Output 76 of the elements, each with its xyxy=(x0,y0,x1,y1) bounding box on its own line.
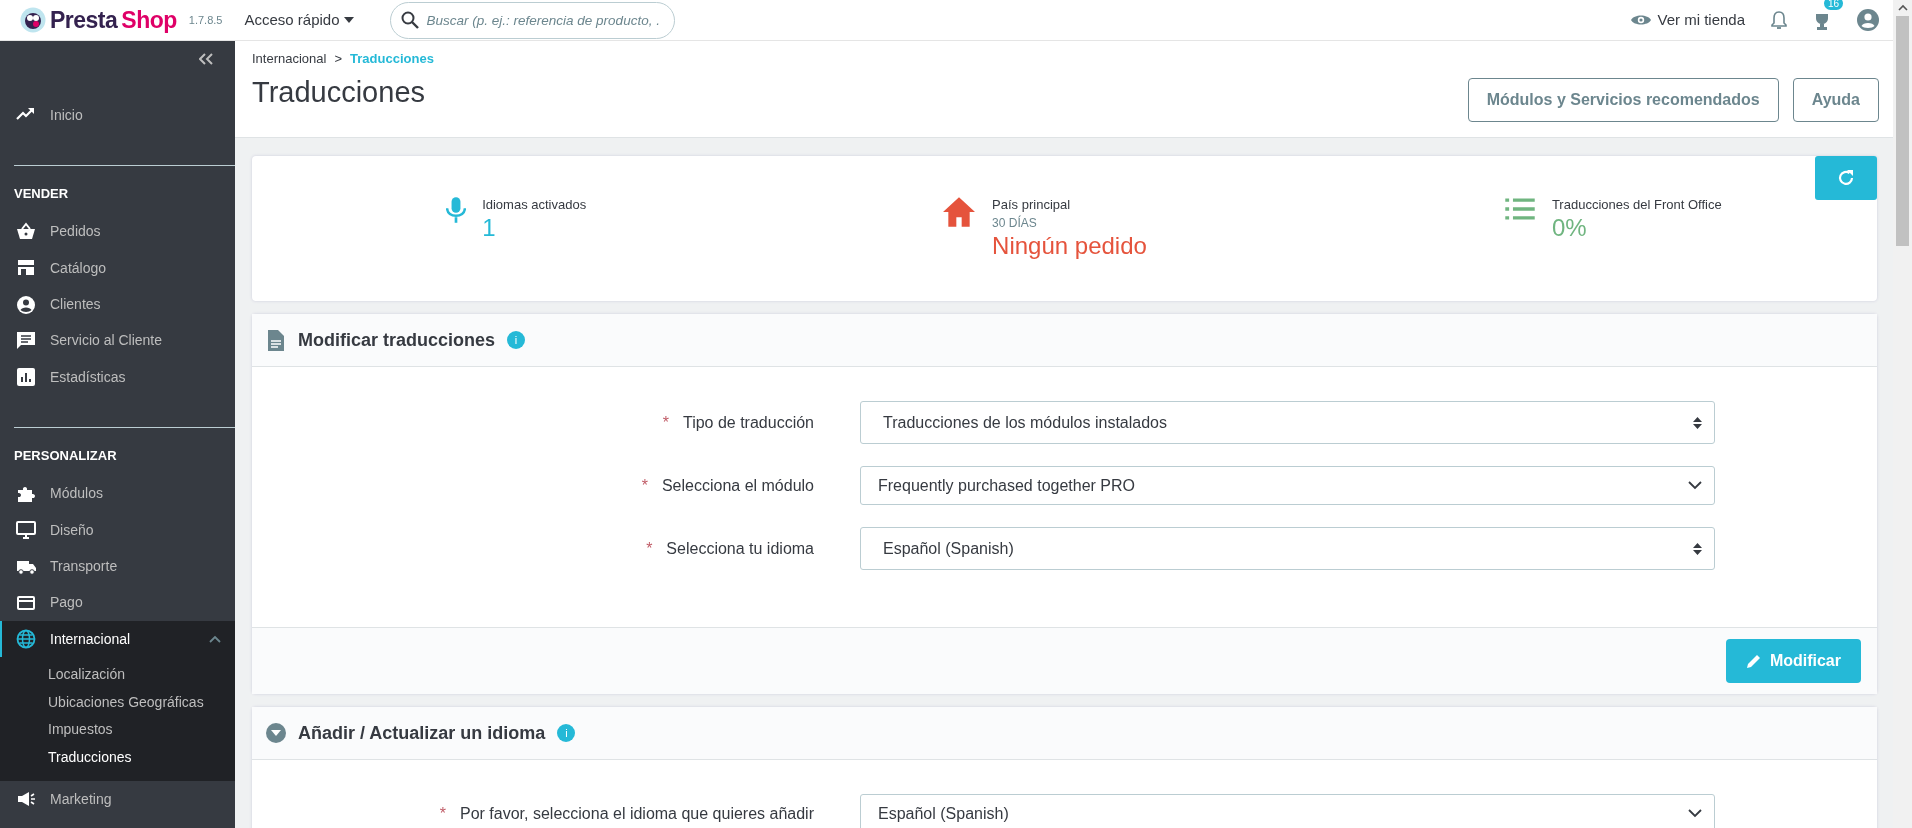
select-field[interactable]: Frequently purchased together PRO xyxy=(860,466,1715,505)
bar-chart-icon xyxy=(16,367,36,388)
stat-label: Idiomas activados xyxy=(482,196,587,214)
sidebar-item[interactable]: Inicio xyxy=(0,97,235,134)
sidebar-subitem[interactable]: Impuestos xyxy=(0,716,235,744)
sort-arrows-icon xyxy=(1693,542,1702,555)
section-heading: VENDER xyxy=(13,185,70,204)
stat-label: País principal xyxy=(992,196,1072,214)
notification-count-badge: 16 xyxy=(1824,0,1844,10)
panel-title: Añadir / Actualizar un idioma xyxy=(298,721,546,745)
field-label: Por favor, selecciona el idioma que quieres añadir xyxy=(460,803,814,824)
brand-name-accent: Shop xyxy=(121,5,177,35)
collapse-icon[interactable] xyxy=(199,53,213,65)
globe-icon xyxy=(16,629,36,650)
sidebar-item[interactable]: Pago xyxy=(0,584,235,621)
stat-value: Ningún pedido xyxy=(992,232,1147,260)
sidebar-item[interactable]: Servicio al Cliente xyxy=(0,322,235,359)
eye-icon xyxy=(1631,13,1652,27)
sidebar-item[interactable]: Pedidos xyxy=(0,213,235,251)
sidebar-item[interactable]: Transporte xyxy=(0,548,235,585)
field-label: Selecciona tu idioma xyxy=(666,538,814,559)
select-field[interactable]: Español (Spanish) xyxy=(860,527,1715,570)
refresh-icon xyxy=(1837,169,1855,187)
scrollbar[interactable] xyxy=(1893,0,1912,828)
stat-value: 1 xyxy=(482,214,497,242)
version-label: 1.7.8.5 xyxy=(188,12,223,28)
document-icon xyxy=(266,328,286,352)
scrollbar-thumb[interactable] xyxy=(1896,16,1909,246)
basket-icon xyxy=(16,221,36,242)
required-mark: * xyxy=(646,538,653,559)
sidebar-item[interactable]: Marketing xyxy=(0,781,235,818)
chevron-down-icon xyxy=(1688,481,1702,490)
sidebar-subitem[interactable]: Localización xyxy=(0,661,235,689)
view-store-link[interactable]: Ver mi tienda xyxy=(1631,8,1745,32)
user-circle-icon xyxy=(16,294,36,315)
sidebar-item[interactable]: Internacional xyxy=(0,620,235,658)
search-field[interactable]: Buscar (p. ej.: referencia de producto, . xyxy=(389,1,675,39)
chevron-down-icon xyxy=(1688,809,1702,818)
section-heading: PERSONALIZAR xyxy=(13,447,118,466)
refresh-button[interactable] xyxy=(1815,156,1877,200)
toolbar-button[interactable]: Módulos y Servicios recomendados xyxy=(1467,78,1779,122)
bell-icon[interactable] xyxy=(1771,10,1787,30)
panel-title: Modificar traducciones xyxy=(298,328,496,352)
chat-icon xyxy=(16,330,36,351)
sidebar-item[interactable]: Diseño xyxy=(0,512,235,549)
stat-period: 30 DÍAS xyxy=(992,214,1038,232)
required-mark: * xyxy=(439,803,446,824)
required-mark: * xyxy=(662,412,669,433)
stat-value: 0% xyxy=(1551,214,1588,242)
quick-access-dropdown[interactable]: Acceso rápido xyxy=(244,8,354,32)
sidebar-subitem[interactable]: Ubicaciones Geográficas xyxy=(0,688,235,717)
sort-arrows-icon xyxy=(1693,416,1702,429)
toolbar-button[interactable]: Ayuda xyxy=(1792,78,1879,122)
search-icon xyxy=(400,10,419,29)
user-avatar-icon[interactable] xyxy=(1857,9,1879,31)
page-title: Traducciones xyxy=(252,74,426,110)
monitor-icon xyxy=(16,520,36,541)
sidebar-item[interactable]: Catálogo xyxy=(0,250,235,287)
sidebar-item[interactable]: Módulos xyxy=(0,475,235,513)
pencil-icon xyxy=(1745,653,1762,669)
sidebar-item[interactable]: Clientes xyxy=(0,286,235,323)
sidebar-item[interactable]: Estadísticas xyxy=(0,359,235,396)
field-label: Selecciona el módulo xyxy=(661,475,814,496)
stat-label: Traducciones del Front Office xyxy=(1551,196,1722,214)
caret-icon xyxy=(343,17,354,23)
collapse-circle-icon[interactable] xyxy=(266,721,286,745)
brand-name: Presta xyxy=(50,5,118,35)
select-field[interactable]: Español (Spanish) xyxy=(860,794,1715,828)
scroll-up-icon[interactable] xyxy=(1897,4,1908,12)
logo-icon xyxy=(20,7,46,33)
sidebar-subitem[interactable]: Traducciones xyxy=(0,743,235,772)
field-label: Tipo de traducción xyxy=(682,412,814,433)
required-mark: * xyxy=(641,475,648,496)
select-field[interactable]: Traducciones de los módulos instalados xyxy=(860,401,1715,444)
breadcrumb-link[interactable]: Internacional xyxy=(252,49,327,69)
breadcrumb-separator: > xyxy=(334,50,343,68)
